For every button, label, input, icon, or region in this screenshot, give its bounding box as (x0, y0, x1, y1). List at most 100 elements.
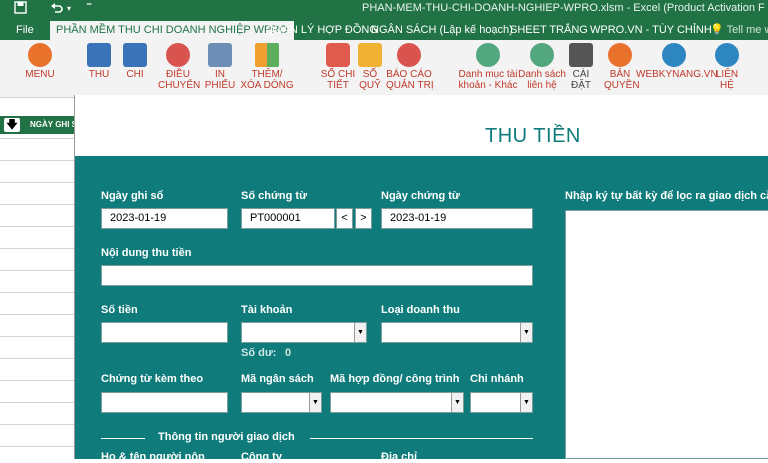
grid-line (0, 358, 74, 359)
undo-icon[interactable] (50, 1, 64, 17)
dieu-chuyen-label: ĐIỀU CHUYỂN (158, 69, 201, 91)
tab-wpro[interactable]: PHẦN MỀM THU CHI DOANH NGHIỆP WPRO (50, 21, 294, 40)
lien-he-button[interactable]: LIÊN HỆ (712, 43, 742, 91)
ribbon: MENU THU CHI ĐIỀU CHUYỂN IN PHIẾU THÊM/ … (0, 40, 768, 98)
form-panel: Ngày ghi sổ Số chứng từ Ngày chứng từ Nh… (75, 156, 768, 463)
ma-ngan-sach-select[interactable]: ▼ (241, 392, 322, 413)
dropdown-arrow-icon[interactable]: ▼ (520, 393, 532, 412)
ngay-chung-tu-label: Ngày chứng từ (381, 190, 460, 202)
divider-line (310, 438, 533, 439)
dropdown-arrow-icon[interactable]: ▼ (309, 393, 321, 412)
tab-ngan-sach[interactable]: NGÂN SÁCH (Lập kế hoạch) (371, 21, 513, 40)
grid-line (0, 160, 74, 161)
so-quy-button[interactable]: SỔ QUỸ (358, 43, 382, 91)
ngay-ghi-so-input[interactable]: 2023-01-19 (101, 208, 228, 229)
folder-icon (358, 43, 382, 67)
grid-line (0, 248, 74, 249)
lightbulb-icon: 💡 (710, 24, 724, 36)
window-title: PHAN-MEM-THU-CHI-DOANH-NGHIEP-WPRO.xlsm … (362, 2, 765, 14)
thu-label: THU (88, 69, 110, 80)
ngay-ghi-so-label: Ngày ghi sổ (101, 190, 164, 202)
tai-khoan-label: Tài khoản (241, 304, 293, 316)
quick-access-more-icon[interactable]: ⁼ (86, 0, 92, 13)
so-tien-input[interactable] (101, 322, 228, 343)
tab-sheet-trang[interactable]: SHEET TRẮNG (510, 21, 588, 40)
tell-me-search[interactable]: 💡 Tell me wha (710, 21, 768, 40)
chevron-down-icon[interactable]: ▾ (67, 4, 71, 13)
dropdown-arrow-icon[interactable]: ▼ (354, 323, 366, 342)
tell-me-label: Tell me wha (726, 24, 768, 36)
tab-file[interactable]: File (16, 21, 34, 40)
cong-ty-label: Công ty (241, 451, 282, 463)
bao-cao-quan-tri-label: BÁO CÁO QUẢN TRỊ (386, 69, 434, 91)
divider-line (101, 438, 145, 439)
menu-button[interactable]: MENU (24, 43, 56, 80)
next-button[interactable]: > (355, 208, 372, 229)
danh-sach-lien-he-button[interactable]: Danh sách liên hệ (518, 43, 566, 91)
lien-he-label: LIÊN HỆ (715, 69, 739, 91)
cai-dat-button[interactable]: CÀI ĐẶT (566, 43, 596, 91)
danh-muc-tai-khoan-button[interactable]: Danh mục tài khoản - Khác (458, 43, 518, 91)
grid-line (0, 226, 74, 227)
contact-icon (715, 43, 739, 67)
them-xoa-dong-button[interactable]: THÊM/ XÓA DÒNG (240, 43, 294, 91)
license-icon (608, 43, 632, 67)
them-xoa-dong-label: THÊM/ XÓA DÒNG (240, 69, 294, 91)
ho-ten-label: Họ & tên người nộp (101, 451, 205, 463)
printer-icon (208, 43, 232, 67)
in-phieu-button[interactable]: IN PHIẾU (204, 43, 236, 91)
settings-icon (569, 43, 593, 67)
tai-khoan-select[interactable]: ▼ (241, 322, 367, 343)
grid-icon (255, 43, 279, 67)
dropdown-arrow-icon[interactable]: ▼ (451, 393, 463, 412)
dieu-chuyen-button[interactable]: ĐIỀU CHUYỂN (158, 43, 201, 91)
grid-line (0, 424, 74, 425)
danh-muc-tai-khoan-label: Danh mục tài khoản - Khác (458, 69, 518, 91)
grid-line (0, 446, 74, 447)
webkynang-button[interactable]: WEBKYNANG.VN (636, 43, 718, 80)
grid-line (0, 292, 74, 293)
ngay-chung-tu-input[interactable]: 2023-01-19 (381, 208, 533, 229)
grid-line (0, 204, 74, 205)
loai-doanh-thu-label: Loại doanh thu (381, 304, 460, 316)
ban-quyen-button[interactable]: BẢN QUYỀN (604, 43, 640, 91)
grid-line (0, 138, 74, 139)
loai-doanh-thu-select[interactable]: ▼ (381, 322, 533, 343)
document-icon (326, 43, 350, 67)
noi-dung-label: Nội dung thu tiền (101, 247, 192, 259)
ban-quyen-label: BẢN QUYỀN (604, 69, 640, 91)
transaction-listbox[interactable] (565, 210, 768, 459)
grid-line (0, 314, 74, 315)
ma-ngan-sach-label: Mã ngân sách (241, 373, 314, 385)
chung-tu-kem-theo-input[interactable] (101, 392, 228, 413)
row-area (0, 112, 74, 459)
globe-icon (662, 43, 686, 67)
ma-hop-dong-label: Mã hợp đồng/ công trình (330, 373, 460, 385)
dropdown-arrow-icon[interactable]: ▼ (520, 323, 532, 342)
chi-button[interactable]: CHI (122, 43, 148, 80)
chi-label: CHI (126, 69, 144, 80)
filter-hint-label: Nhập ký tự bất kỳ để lọc ra giao dịch cầ (565, 190, 768, 202)
chi-nhanh-select[interactable]: ▼ (470, 392, 533, 413)
so-chi-tiet-button[interactable]: SỔ CHI TIẾT (320, 43, 356, 91)
menu-label: MENU (25, 69, 55, 80)
so-chung-tu-input[interactable]: PT000001 (241, 208, 335, 229)
thu-button[interactable]: THU (86, 43, 112, 80)
thong-tin-nguoi-giao-dich-heading: Thông tin người giao dịch (158, 431, 295, 443)
so-du-label: Số dư: (241, 347, 277, 359)
in-phieu-label: IN PHIẾU (204, 69, 236, 91)
list-icon (530, 43, 554, 67)
dia-chi-label: Địa chỉ (381, 451, 418, 463)
prev-button[interactable]: < (336, 208, 353, 229)
title-bar: ▾ ⁼ PHAN-MEM-THU-CHI-DOANH-NGHIEP-WPRO.x… (0, 0, 768, 18)
webkynang-label: WEBKYNANG.VN (636, 69, 718, 80)
cai-dat-label: CÀI ĐẶT (571, 69, 591, 91)
tab-wpro-tuy-chinh[interactable]: WPRO.VN - TÙY CHỈNH (590, 21, 712, 40)
save-icon[interactable] (14, 1, 27, 17)
bao-cao-quan-tri-button[interactable]: BÁO CÁO QUẢN TRỊ (386, 43, 434, 91)
noi-dung-input[interactable] (101, 265, 533, 286)
tab-quan-ly-hop-dong[interactable]: QUẢN LÝ HỢP ĐỒNG (266, 21, 378, 40)
ma-hop-dong-select[interactable]: ▼ (330, 392, 464, 413)
thu-tien-form: THU TIỀN Ngày ghi sổ Số chứng từ Ngày ch… (74, 95, 768, 463)
monitor-icon (87, 43, 111, 67)
